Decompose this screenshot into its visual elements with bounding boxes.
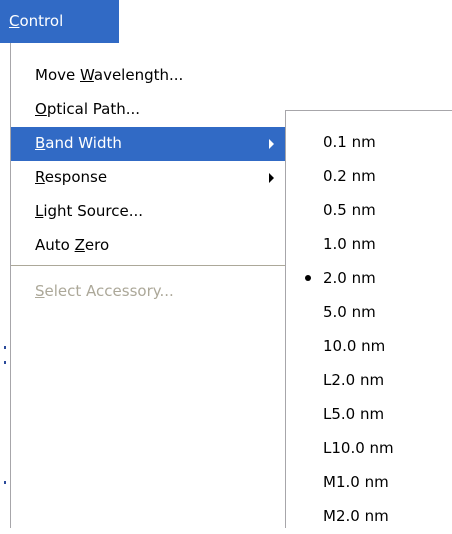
background-window-edge (0, 43, 10, 528)
bandwidth-option-label: M2.0 nm (323, 507, 389, 525)
menu-item-band-width[interactable]: Band Width (11, 127, 288, 161)
bandwidth-option-label: 10.0 nm (323, 337, 386, 355)
bandwidth-option-l10-0[interactable]: L10.0 nm (286, 432, 452, 466)
menu-item-move-wavelength[interactable]: Move Wavelength... (11, 59, 288, 93)
bandwidth-option-m1-0[interactable]: M1.0 nm (286, 466, 452, 500)
background-tick (4, 481, 6, 484)
submenu-arrow-icon (269, 173, 274, 183)
bandwidth-option-label: L2.0 nm (323, 371, 385, 389)
background-tick (4, 346, 6, 349)
menu-item-label: ero (84, 236, 110, 254)
bandwidth-option-l2-0[interactable]: L2.0 nm (286, 364, 452, 398)
menu-item-label: elect Accessory... (44, 282, 174, 300)
menu-item-select-accessory: Select Accessory... (11, 275, 288, 309)
submenu-arrow-icon (269, 139, 274, 149)
menu-control[interactable]: Control (0, 0, 119, 43)
bandwidth-option-10-0[interactable]: 10.0 nm (286, 330, 452, 364)
bandwidth-option-m2-0[interactable]: M2.0 nm (286, 500, 452, 534)
menu-separator (11, 265, 288, 267)
bandwidth-option-label: 0.2 nm (323, 167, 376, 185)
bandwidth-option-label: M1.0 nm (323, 473, 389, 491)
radio-bullet-icon (305, 275, 311, 281)
menu-item-response[interactable]: Response (11, 161, 288, 195)
menu-item-label: esponse (44, 168, 108, 186)
menu-item-mnemonic: W (80, 66, 94, 84)
menu-item-optical-path[interactable]: Optical Path... (11, 93, 288, 127)
bandwidth-option-label: 0.1 nm (323, 133, 376, 151)
bandwidth-option-l5-0[interactable]: L5.0 nm (286, 398, 452, 432)
menu-item-label: and Width (45, 134, 122, 152)
menu-item-label: Auto (35, 236, 75, 254)
menu-item-mnemonic: S (35, 282, 45, 300)
bandwidth-option-0-1[interactable]: 0.1 nm (286, 126, 452, 160)
menu-control-mnemonic: C (9, 12, 20, 30)
menu-item-light-source[interactable]: Light Source... (11, 195, 288, 229)
bandwidth-option-0-5[interactable]: 0.5 nm (286, 194, 452, 228)
bandwidth-option-1-0[interactable]: 1.0 nm (286, 228, 452, 262)
bandwidth-option-label: 2.0 nm (323, 269, 376, 287)
menu-item-mnemonic: Z (74, 236, 85, 254)
bandwidth-option-label: 5.0 nm (323, 303, 376, 321)
menu-item-auto-zero[interactable]: Auto Zero (11, 229, 288, 263)
bandwidth-option-2-0[interactable]: 2.0 nm (286, 262, 452, 296)
menu-item-mnemonic: O (35, 100, 47, 118)
menu-item-label: ptical Path... (46, 100, 141, 118)
bandwidth-option-label: L5.0 nm (323, 405, 385, 423)
menu-item-label: ight Source... (43, 202, 144, 220)
menu-item-label: Move (35, 66, 80, 84)
bandwidth-option-5-0[interactable]: 5.0 nm (286, 296, 452, 330)
bandwidth-option-label: L10.0 nm (323, 439, 394, 457)
menu-control-label: ontrol (19, 12, 64, 30)
bandwidth-option-label: 1.0 nm (323, 235, 376, 253)
menu-item-label: avelength... (93, 66, 184, 84)
menu-item-mnemonic: B (35, 134, 46, 152)
menu-item-mnemonic: R (35, 168, 45, 186)
bandwidth-option-label: 0.5 nm (323, 201, 376, 219)
bandwidth-option-0-2[interactable]: 0.2 nm (286, 160, 452, 194)
control-dropdown-menu: Move Wavelength... Optical Path... Band … (10, 43, 288, 528)
band-width-submenu: 0.1 nm 0.2 nm 0.5 nm 1.0 nm 2.0 nm 5.0 n… (285, 110, 452, 528)
background-tick (4, 361, 6, 364)
